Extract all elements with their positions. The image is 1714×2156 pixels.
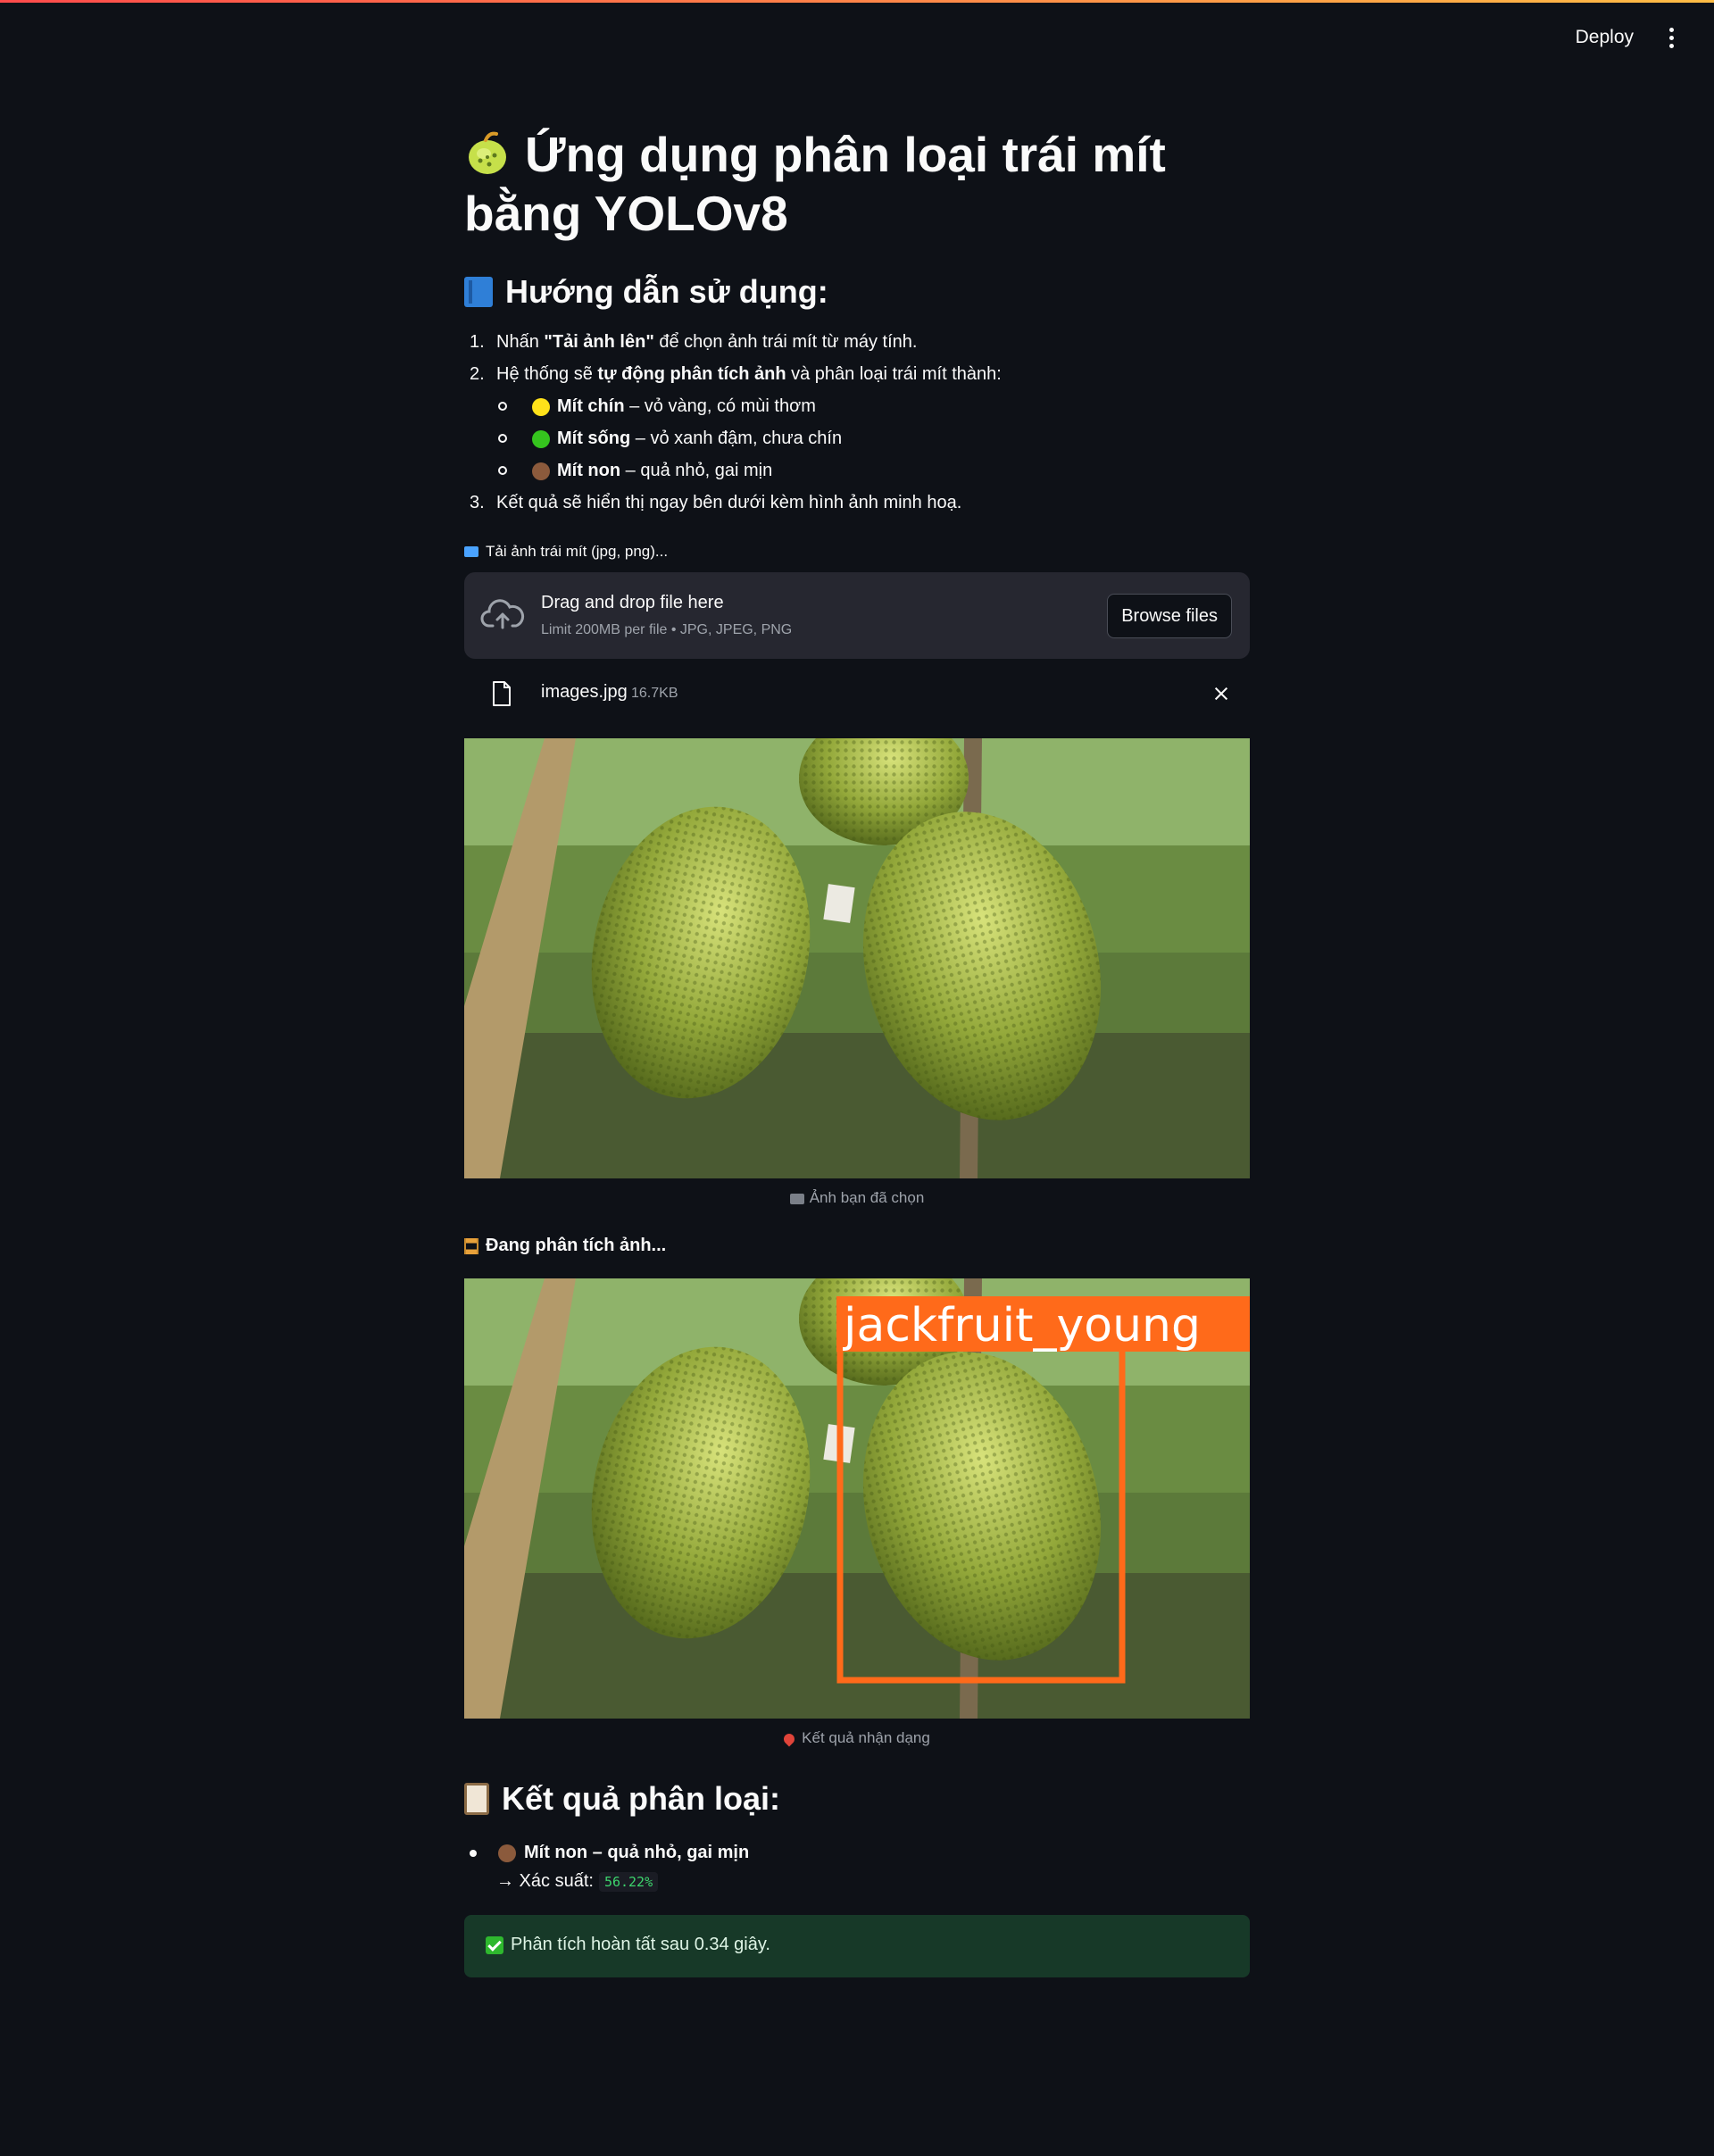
file-icon bbox=[493, 681, 511, 706]
class-description: – vỏ xanh đậm, chưa chín bbox=[630, 429, 843, 448]
top-decoration-stripe bbox=[0, 0, 1714, 3]
result-heading-text: Kết quả phân loại: bbox=[502, 1780, 781, 1817]
inbox-tray-icon bbox=[464, 546, 478, 557]
camera-icon bbox=[789, 1193, 804, 1204]
hollow-bullet-icon bbox=[498, 402, 507, 411]
class-name: Mít sống bbox=[557, 429, 631, 448]
bullet-icon bbox=[470, 1850, 477, 1857]
file-name: images.jpg bbox=[541, 682, 628, 702]
clipboard-icon bbox=[464, 1783, 489, 1815]
browse-files-button[interactable]: Browse files bbox=[1107, 594, 1232, 638]
probability-label: → Xác suất: bbox=[496, 1871, 594, 1891]
class-name: Mít non bbox=[557, 461, 621, 480]
dropzone-limit-text: Limit 200MB per file • JPG, JPEG, PNG bbox=[541, 622, 793, 637]
remove-file-icon[interactable] bbox=[1211, 684, 1231, 703]
step-number: 2. bbox=[470, 364, 485, 384]
file-dropzone[interactable]: Drag and drop file here Limit 200MB per … bbox=[464, 572, 1250, 659]
uploader-label-text: Tải ảnh trái mít (jpg, png)... bbox=[486, 543, 669, 560]
detection-image-caption: Kết quả nhận dạng bbox=[464, 1729, 1250, 1747]
analysis-status-text: Đang phân tích ảnh... bbox=[486, 1236, 667, 1255]
uploaded-file-row: images.jpg 16.7KB bbox=[464, 675, 1250, 712]
check-mark-icon bbox=[486, 1936, 503, 1954]
green-circle-icon bbox=[532, 430, 550, 448]
step-text: Nhấn "Tải ảnh lên" để chọn ảnh trái mít … bbox=[496, 332, 918, 352]
guide-heading: Hướng dẫn sử dụng: bbox=[464, 273, 828, 311]
step-text: Hệ thống sẽ tự động phân tích ảnh và phâ… bbox=[496, 364, 1002, 384]
caption-text: Kết quả nhận dạng bbox=[802, 1729, 930, 1746]
class-description: – quả nhỏ, gai mịn bbox=[620, 461, 773, 480]
step-text: Kết quả sẽ hiển thị ngay bên dưới kèm hì… bbox=[496, 493, 962, 512]
hollow-bullet-icon bbox=[498, 466, 507, 475]
brown-circle-icon bbox=[498, 1844, 516, 1862]
caption-text: Ảnh bạn đã chọn bbox=[809, 1189, 925, 1206]
success-message: Phân tích hoàn tất sau 0.34 giây. bbox=[511, 1935, 770, 1954]
guide-heading-text: Hướng dẫn sử dụng: bbox=[505, 273, 828, 310]
brown-circle-icon bbox=[532, 462, 550, 480]
pushpin-icon bbox=[781, 1731, 797, 1747]
cloud-upload-icon bbox=[480, 599, 525, 629]
probability-row: → Xác suất: 56.22% bbox=[496, 1871, 659, 1892]
success-alert: Phân tích hoàn tất sau 0.34 giây. bbox=[464, 1915, 1250, 1977]
result-heading: Kết quả phân loại: bbox=[464, 1780, 780, 1818]
page-title-text: Ứng dụng phân loại trái mít bằng YOLOv8 bbox=[464, 127, 1166, 241]
hollow-bullet-icon bbox=[498, 434, 507, 443]
uploaded-image-caption: Ảnh bạn đã chọn bbox=[464, 1189, 1250, 1207]
uploaded-image bbox=[464, 738, 1250, 1178]
class-description: – vỏ vàng, có mùi thơm bbox=[624, 396, 816, 416]
page-title: Ứng dụng phân loại trái mít bằng YOLOv8 bbox=[464, 125, 1250, 243]
book-icon bbox=[464, 277, 493, 307]
step-number: 3. bbox=[470, 493, 485, 512]
app-toolbar: Deploy bbox=[1576, 27, 1682, 48]
step-number: 1. bbox=[470, 332, 485, 352]
yellow-circle-icon bbox=[532, 398, 550, 416]
probability-value: 56.22% bbox=[598, 1871, 659, 1892]
detection-image: jackfruit_young bbox=[464, 1278, 1250, 1719]
jackfruit-icon bbox=[469, 132, 506, 175]
more-menu-icon[interactable] bbox=[1660, 27, 1682, 48]
detection-label: jackfruit_young bbox=[843, 1299, 1201, 1353]
class-name: Mít chín bbox=[557, 396, 625, 416]
deploy-button[interactable]: Deploy bbox=[1576, 27, 1634, 48]
uploader-label: Tải ảnh trái mít (jpg, png)... bbox=[464, 543, 668, 561]
dropzone-title: Drag and drop file here bbox=[541, 593, 724, 612]
file-size: 16.7KB bbox=[631, 686, 678, 701]
analysis-status: Đang phân tích ảnh... bbox=[464, 1236, 666, 1256]
hourglass-icon bbox=[464, 1237, 478, 1254]
result-class-label: Mít non – quả nhỏ, gai mịn bbox=[524, 1843, 750, 1862]
